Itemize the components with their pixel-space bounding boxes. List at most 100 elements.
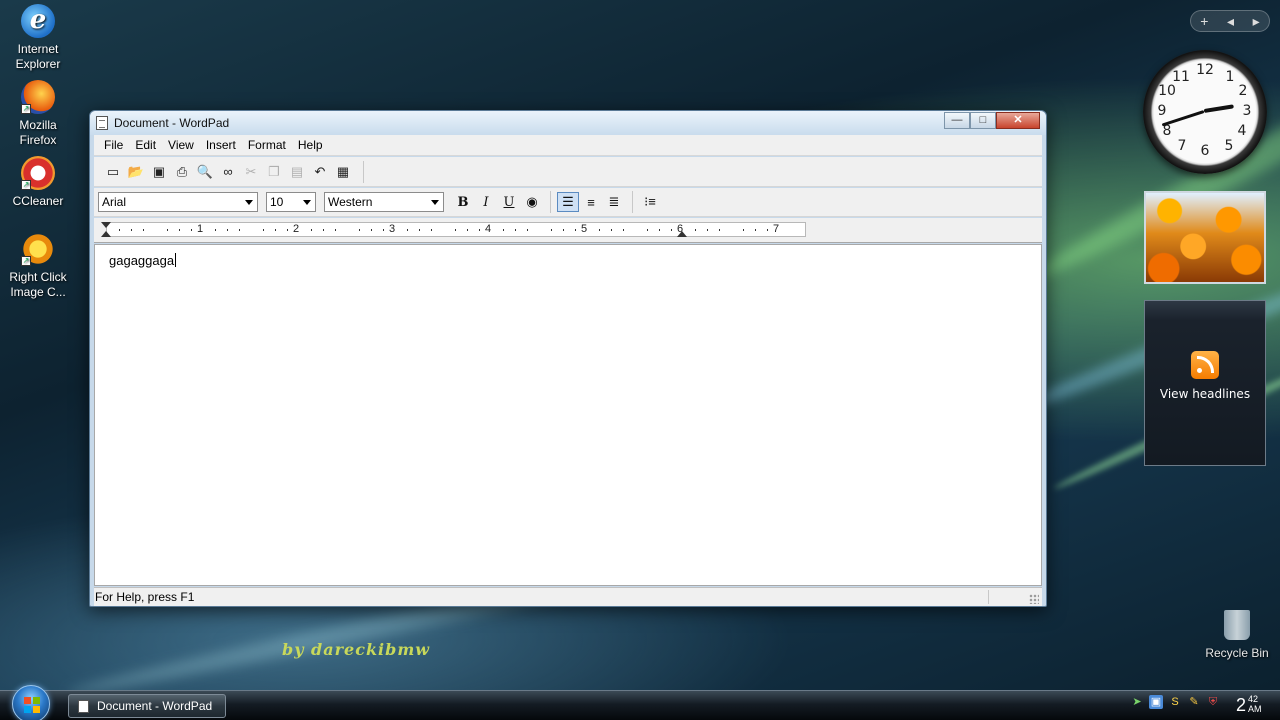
shortcut-arrow-icon: ↗ [21, 256, 31, 266]
menu-insert[interactable]: Insert [200, 138, 242, 152]
rss-icon [1191, 351, 1219, 379]
document-editor[interactable]: gagaggaga [94, 244, 1042, 586]
desktop-icon-right-click-image[interactable]: ↗ Right Click Image C... [0, 232, 76, 300]
new-document-icon[interactable]: ▭ [102, 162, 124, 182]
palette-icon[interactable]: ◉ [521, 192, 543, 212]
desktop-icon-label: Right Click Image C... [9, 270, 67, 299]
resize-grip-icon[interactable] [1029, 594, 1039, 604]
desktop-icon-ccleaner[interactable]: ↗ CCleaner [0, 156, 76, 209]
clock-number: 10 [1158, 83, 1176, 99]
align-right-icon[interactable]: ≣ [603, 192, 625, 212]
clock-number: 6 [1200, 143, 1210, 159]
open-folder-icon[interactable]: 📂 [125, 162, 147, 182]
printer-icon[interactable]: ⎙ [171, 162, 193, 182]
paste-icon[interactable]: ▤ [286, 162, 308, 182]
taskbar-clock[interactable]: 2 42 AM [1236, 694, 1262, 716]
ruler-tick [707, 229, 708, 231]
chevron-down-icon [303, 200, 311, 205]
s-app-icon[interactable]: S [1168, 695, 1182, 709]
italic-button[interactable]: I [475, 192, 497, 212]
shield-icon[interactable]: ⛨ [1206, 695, 1220, 709]
taskbar-button-wordpad[interactable]: Document - WordPad [68, 694, 226, 718]
key-icon[interactable]: ✎ [1187, 695, 1201, 709]
ruler-tick [623, 229, 624, 231]
ccleaner-icon: ↗ [21, 156, 55, 190]
scissors-icon[interactable]: ✂ [240, 162, 262, 182]
wordpad-app-icon [78, 700, 89, 713]
ruler-tick [503, 229, 504, 231]
clock-number: 11 [1172, 69, 1190, 85]
ruler-number: 7 [773, 223, 780, 235]
ruler-tick [143, 229, 144, 231]
slideshow-gadget[interactable] [1144, 191, 1266, 284]
script-select[interactable]: Western [324, 192, 444, 212]
clock-number: 3 [1242, 103, 1252, 119]
status-panel [988, 590, 1022, 604]
taskbar: Document - WordPad ➤ ▣ S ✎ ⛨ 2 42 AM [0, 685, 1280, 720]
script-value: Western [328, 195, 373, 209]
menu-view[interactable]: View [162, 138, 200, 152]
sidebar-next-button[interactable]: ▸ [1253, 13, 1260, 30]
clock-number: 5 [1224, 138, 1234, 154]
ruler-tick [611, 229, 612, 231]
chevron-down-icon [245, 200, 253, 205]
clock-gadget[interactable]: 12 1 2 3 4 5 6 7 8 9 10 11 [1143, 50, 1267, 174]
maximize-button[interactable]: □ [970, 112, 996, 129]
clock-hour-hand [1203, 104, 1234, 113]
feed-headlines-gadget[interactable]: View headlines [1144, 300, 1266, 466]
monitor-icon[interactable]: ▣ [1149, 695, 1163, 709]
desktop-icon-label: Internet Explorer [15, 42, 61, 71]
clock-minute-ampm: 42 AM [1248, 694, 1262, 714]
sidebar-prev-button[interactable]: ◂ [1227, 13, 1234, 30]
wordpad-app-icon[interactable] [96, 116, 108, 130]
print-preview-icon[interactable]: 🔍 [194, 162, 216, 182]
align-left-icon[interactable]: ☰ [557, 192, 579, 212]
align-center-icon[interactable]: ≡ [580, 192, 602, 212]
ruler-tick [371, 229, 372, 231]
date-time-icon[interactable]: ▦ [332, 162, 354, 182]
close-button[interactable]: ✕ [996, 112, 1040, 129]
font-name-select[interactable]: Arial [98, 192, 258, 212]
ruler-tick [659, 229, 660, 231]
title-bar[interactable]: Document - WordPad — □ ✕ [90, 111, 1046, 135]
desktop-icon-firefox[interactable]: ↗ Mozilla Firefox [0, 80, 76, 148]
wordpad-window: Document - WordPad — □ ✕ File Edit View … [89, 110, 1047, 607]
network-arrow-icon[interactable]: ➤ [1130, 695, 1144, 709]
add-gadget-button[interactable]: + [1200, 13, 1208, 29]
bold-button[interactable]: B [452, 192, 474, 212]
ruler-tick [323, 229, 324, 231]
first-line-indent-marker[interactable] [101, 222, 111, 228]
sidebar-controls: + ◂ ▸ [1190, 10, 1270, 32]
menu-help[interactable]: Help [292, 138, 329, 152]
toolbar-separator [632, 191, 633, 213]
ruler[interactable]: 1 2 3 4 5 6 7 [94, 218, 1042, 243]
bullets-icon[interactable]: ⁝≡ [639, 192, 661, 212]
shortcut-arrow-icon: ↗ [21, 180, 31, 190]
save-disk-icon[interactable]: ▣ [148, 162, 170, 182]
ruler-tick [227, 229, 228, 231]
clock-number: 2 [1238, 83, 1248, 99]
desktop-icon-internet-explorer[interactable]: Internet Explorer [0, 4, 76, 72]
ruler-tick [719, 229, 720, 231]
format-bar: Arial 10 Western B I U ◉ ☰ ≡ ≣ ⁝≡ [94, 188, 1042, 217]
firefox-icon: ↗ [21, 80, 55, 114]
font-size-select[interactable]: 10 [266, 192, 316, 212]
start-button[interactable] [12, 685, 50, 720]
ruler-tick [383, 229, 384, 231]
desktop-icon-recycle-bin[interactable]: Recycle Bin [1200, 610, 1274, 660]
ruler-tick [215, 229, 216, 231]
undo-icon[interactable]: ↶ [309, 162, 331, 182]
minimize-button[interactable]: — [944, 112, 970, 129]
underline-button[interactable]: U [498, 192, 520, 212]
clock-number: 7 [1177, 138, 1187, 154]
menu-edit[interactable]: Edit [129, 138, 162, 152]
document-text[interactable]: gagaggaga [109, 253, 177, 268]
desktop-icon-label: Mozilla Firefox [19, 118, 57, 147]
menu-format[interactable]: Format [242, 138, 292, 152]
copy-icon[interactable]: ❐ [263, 162, 285, 182]
ruler-tick [263, 229, 264, 231]
binoculars-icon[interactable]: ∞ [217, 162, 239, 182]
left-indent-marker[interactable] [101, 231, 111, 237]
menu-file[interactable]: File [98, 138, 129, 152]
text-caret [175, 253, 177, 267]
